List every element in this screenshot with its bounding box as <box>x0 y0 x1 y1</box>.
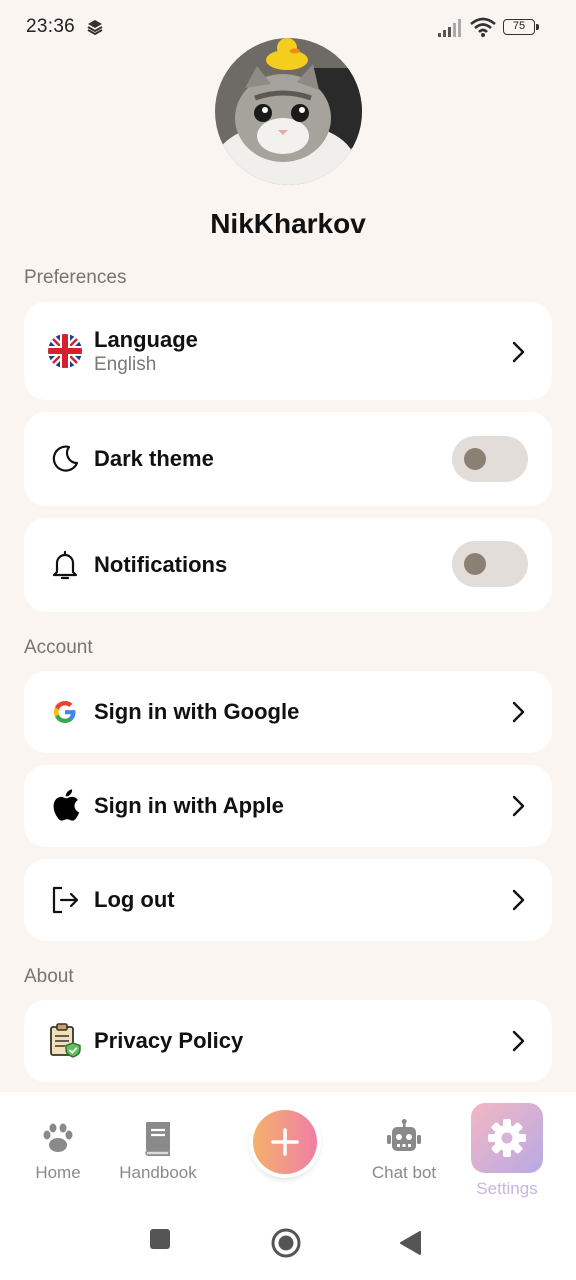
paw-icon <box>43 1123 73 1152</box>
username: NikKharkov <box>210 208 366 239</box>
nav-home-label: Home <box>35 1163 81 1182</box>
language-value: English <box>94 354 157 375</box>
chevron-right-icon <box>512 341 525 363</box>
apple-icon <box>46 786 84 824</box>
toggle-knob <box>464 448 486 470</box>
log-out-label: Log out <box>94 887 175 912</box>
privacy-policy-label: Privacy Policy <box>94 1028 244 1053</box>
layers-icon <box>87 20 103 35</box>
chevron-right-icon <box>512 889 525 911</box>
gear-icon <box>488 1119 526 1157</box>
section-preferences-label: Preferences <box>24 267 127 288</box>
dark-theme-toggle[interactable] <box>452 436 528 482</box>
nav-chatbot-label: Chat bot <box>371 1163 437 1182</box>
nav-home[interactable]: Home <box>20 1092 96 1183</box>
status-time: 23:36 <box>26 16 76 37</box>
moon-icon <box>46 440 84 478</box>
robot-icon <box>387 1119 421 1151</box>
nav-settings[interactable]: Settings <box>466 1092 548 1199</box>
logout-icon <box>46 881 84 919</box>
sign-in-google-button[interactable]: Sign in with Google <box>24 671 552 753</box>
apple-sign-in-label: Sign in with Apple <box>94 793 284 818</box>
add-button[interactable] <box>253 1110 317 1174</box>
home-system-button[interactable] <box>270 1227 302 1259</box>
signal-icon <box>438 19 461 37</box>
uk-flag-icon <box>46 332 84 370</box>
clipboard-shield-icon <box>46 1021 84 1059</box>
chevron-right-icon <box>512 701 525 723</box>
nav-handbook-label: Handbook <box>119 1163 197 1182</box>
battery-indicator: 75 <box>503 19 539 35</box>
chevron-right-icon <box>512 795 525 817</box>
language-setting[interactable]: Language English <box>24 302 552 400</box>
language-title: Language <box>94 327 198 352</box>
nav-chatbot[interactable]: Chat bot <box>362 1092 446 1183</box>
nav-handbook[interactable]: Handbook <box>112 1092 204 1183</box>
privacy-policy-button[interactable]: Privacy Policy <box>24 1000 552 1082</box>
dark-theme-setting: Dark theme <box>24 412 552 506</box>
back-system-button[interactable] <box>399 1230 421 1256</box>
nav-settings-label: Settings <box>476 1179 538 1198</box>
google-sign-in-label: Sign in with Google <box>94 699 300 724</box>
google-icon <box>46 693 84 731</box>
book-icon <box>145 1122 170 1156</box>
plus-icon <box>271 1128 299 1156</box>
section-account-label: Account <box>24 637 93 658</box>
bell-icon <box>46 546 84 584</box>
toggle-knob <box>464 553 486 575</box>
log-out-button[interactable]: Log out <box>24 859 552 941</box>
cat-avatar-image <box>215 38 362 185</box>
section-about-label: About <box>24 966 74 987</box>
avatar[interactable] <box>215 38 362 185</box>
notifications-toggle[interactable] <box>452 541 528 587</box>
notifications-setting: Notifications <box>24 518 552 612</box>
chevron-right-icon <box>512 1030 525 1052</box>
notifications-title: Notifications <box>94 552 228 577</box>
recent-apps-button[interactable] <box>149 1228 171 1250</box>
wifi-icon <box>470 17 496 37</box>
sign-in-apple-button[interactable]: Sign in with Apple <box>24 765 552 847</box>
dark-theme-title: Dark theme <box>94 446 214 471</box>
